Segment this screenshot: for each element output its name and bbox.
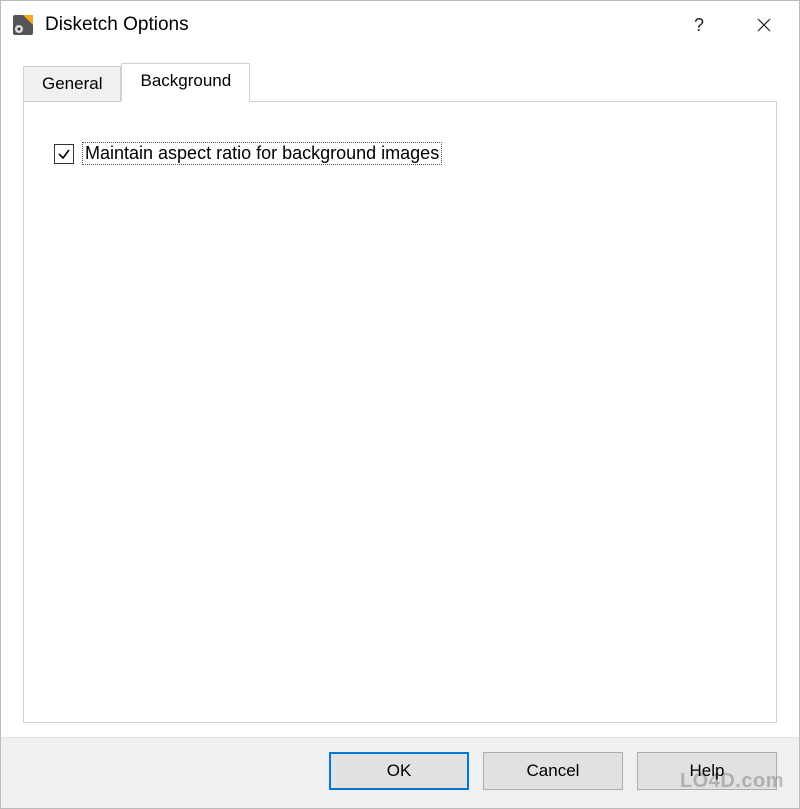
tab-background[interactable]: Background — [121, 63, 250, 102]
maintain-aspect-checkbox[interactable] — [54, 144, 74, 164]
tab-general[interactable]: General — [23, 66, 121, 101]
tab-background-label: Background — [140, 71, 231, 90]
ok-button[interactable]: OK — [329, 752, 469, 790]
titlebar-controls: ? — [669, 1, 799, 49]
check-icon — [57, 147, 71, 161]
close-button[interactable] — [729, 1, 799, 49]
window-title: Disketch Options — [45, 14, 669, 36]
help-button[interactable]: ? — [669, 1, 729, 49]
tabs-header: General Background — [23, 63, 777, 101]
tab-panel-background: Maintain aspect ratio for background ima… — [23, 101, 777, 723]
cancel-button-label: Cancel — [527, 761, 580, 781]
tabs-container: General Background Maintain aspect ratio… — [23, 63, 777, 723]
ok-button-label: OK — [387, 761, 412, 781]
button-row: OK Cancel Help — [1, 737, 799, 808]
content-area: General Background Maintain aspect ratio… — [1, 49, 799, 737]
maintain-aspect-label[interactable]: Maintain aspect ratio for background ima… — [82, 142, 442, 165]
app-icon — [11, 13, 35, 37]
dialog-window: Disketch Options ? General Background — [0, 0, 800, 809]
close-icon — [757, 18, 771, 32]
help-button-label: Help — [690, 761, 725, 781]
maintain-aspect-row: Maintain aspect ratio for background ima… — [54, 142, 746, 165]
tab-general-label: General — [42, 74, 102, 93]
help-button-footer[interactable]: Help — [637, 752, 777, 790]
titlebar: Disketch Options ? — [1, 1, 799, 49]
help-icon: ? — [694, 15, 704, 36]
cancel-button[interactable]: Cancel — [483, 752, 623, 790]
